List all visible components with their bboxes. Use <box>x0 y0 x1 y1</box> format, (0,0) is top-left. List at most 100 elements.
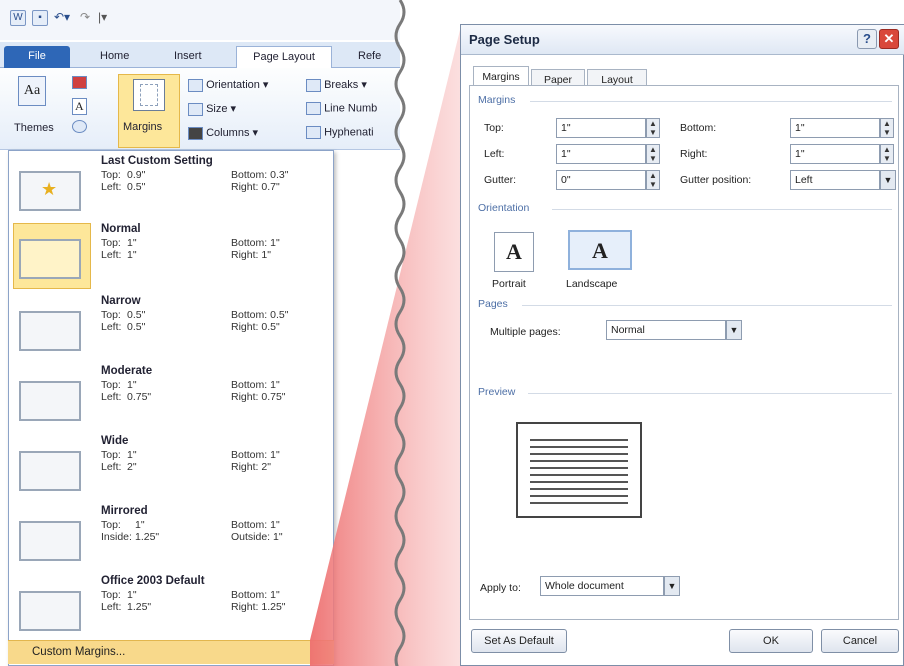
chevron-down-icon[interactable]: ▼ <box>726 320 742 340</box>
themes-icon[interactable]: Aa <box>18 76 46 106</box>
landscape-label: Landscape <box>566 278 618 290</box>
theme-fonts-icon[interactable]: A <box>72 98 87 115</box>
redo-icon[interactable]: ↷ <box>80 10 90 24</box>
left-input[interactable]: 1" <box>556 144 646 164</box>
margins-tab-panel: Margins Top: 1" ▲ ▼ Bottom: 1" ▲ ▼ Left: 1… <box>469 85 899 620</box>
tab-insert[interactable]: Insert <box>168 46 208 68</box>
ok-button[interactable]: OK <box>729 629 813 653</box>
margin-preset-thumbnail <box>19 239 81 279</box>
margin-preset-mirrored[interactable]: Mirrored Top: 1" Bottom: 1" Inside: 1.25" Ou… <box>13 505 331 575</box>
customize-icon[interactable]: |▾ <box>98 10 107 24</box>
margins-button[interactable]: Margins <box>118 74 180 148</box>
top-label: Top: <box>101 589 121 601</box>
bottom-value: 1" <box>270 237 280 249</box>
set-as-default-button[interactable]: Set As Default <box>471 629 567 653</box>
preview-section-label: Preview <box>478 386 516 398</box>
margin-preset-last-custom[interactable]: ★ Last Custom Setting Top: 0.9" Bottom: 0.… <box>13 155 331 225</box>
custom-margins-item[interactable]: Custom Margins... <box>8 640 334 664</box>
margin-preset-thumbnail: ★ <box>19 171 81 211</box>
size-button[interactable]: Size ▾ <box>188 102 236 116</box>
margin-preset-title: Narrow <box>101 295 141 307</box>
undo-icon[interactable]: ↶▾ <box>54 10 70 24</box>
left-spinner[interactable]: ▲ ▼ <box>646 144 660 164</box>
margin-preset-thumbnail <box>19 521 81 561</box>
top-value: 1" <box>127 449 137 461</box>
margin-preset-wide[interactable]: Wide Top: 1" Bottom: 1" Left: 2" Right: 2" <box>13 435 331 505</box>
gutter-input[interactable]: 0" <box>556 170 646 190</box>
margin-preset-title: Mirrored <box>101 505 148 517</box>
top-value: 1" <box>135 519 145 531</box>
close-button[interactable]: ✕ <box>879 29 899 49</box>
columns-icon <box>188 126 203 140</box>
bottom-label: Bottom: <box>231 237 268 249</box>
left-value: 1.25" <box>127 601 152 613</box>
right-value: 0.75" <box>261 391 286 403</box>
tab-file[interactable]: File <box>4 46 70 68</box>
help-button[interactable]: ? <box>857 29 877 49</box>
theme-colors-icon[interactable] <box>72 76 87 89</box>
top-label: Top: <box>101 519 121 531</box>
page-preview <box>516 422 642 518</box>
left-label: Left: <box>101 321 122 333</box>
right-value: 1" <box>261 249 271 261</box>
theme-effects-icon[interactable] <box>72 120 87 133</box>
margin-preset-title: Office 2003 Default <box>101 575 205 587</box>
orientation-label: Orientation ▾ <box>206 79 269 91</box>
top-value: 1" <box>127 237 137 249</box>
top-input[interactable]: 1" <box>556 118 646 138</box>
portrait-label: Portrait <box>492 278 526 290</box>
left-label: Left: <box>101 391 122 403</box>
gutter-spinner[interactable]: ▲ ▼ <box>646 170 660 190</box>
margin-preset-thumbnail <box>19 381 81 421</box>
bottom-label: Bottom: <box>231 519 268 531</box>
tab-home[interactable]: Home <box>94 46 135 68</box>
right-value: 0.5" <box>261 321 280 333</box>
margin-preset-office-2003[interactable]: Office 2003 Default Top: 1" Bottom: 1" Lef… <box>13 575 331 645</box>
orientation-button[interactable]: Orientation ▾ <box>188 78 268 92</box>
right-label: Right: <box>231 181 259 193</box>
outside-value: 1" <box>273 531 283 543</box>
size-label: Size ▾ <box>206 103 237 115</box>
landscape-button[interactable]: A <box>568 230 632 270</box>
bottom-value: 1" <box>270 519 280 531</box>
gutter-position-label: Gutter position: <box>680 174 752 186</box>
top-value: 1" <box>127 589 137 601</box>
apply-to-label: Apply to: <box>480 582 521 594</box>
margins-label: Margins <box>123 121 163 133</box>
margin-preset-narrow[interactable]: Narrow Top: 0.5" Bottom: 0.5" Left: 0.5" Rig… <box>13 295 331 365</box>
cancel-button[interactable]: Cancel <box>821 629 899 653</box>
pages-section-label: Pages <box>478 298 508 310</box>
left-label: Left: <box>101 601 122 613</box>
bottom-spinner[interactable]: ▲ ▼ <box>880 118 894 138</box>
star-icon: ★ <box>41 179 58 199</box>
multiple-pages-select[interactable]: Normal <box>606 320 726 340</box>
right-label: Right: <box>231 391 259 403</box>
bottom-value: 1" <box>270 449 280 461</box>
margin-preset-normal[interactable]: Normal Top: 1" Bottom: 1" Left: 1" Right: 1" <box>13 223 331 293</box>
gutter-position-select[interactable]: Left <box>790 170 880 190</box>
apply-to-select[interactable]: Whole document <box>540 576 664 596</box>
margin-preset-thumbnail <box>19 451 81 491</box>
top-label: Top: <box>101 379 121 391</box>
bottom-input[interactable]: 1" <box>790 118 880 138</box>
right-input[interactable]: 1" <box>790 144 880 164</box>
size-icon <box>188 102 203 116</box>
bottom-label: Bottom: <box>231 589 268 601</box>
chevron-down-icon[interactable]: ▼ <box>664 576 680 596</box>
bottom-value: 1" <box>270 589 280 601</box>
margin-preset-moderate[interactable]: Moderate Top: 1" Bottom: 1" Left: 0.75" Righ… <box>13 365 331 435</box>
themes-label[interactable]: Themes <box>14 122 54 134</box>
dialog-title: Page Setup <box>461 25 904 55</box>
save-icon[interactable]: ▪ <box>32 10 48 26</box>
chevron-down-icon[interactable]: ▼ <box>880 170 896 190</box>
top-label: Top: <box>101 169 121 181</box>
columns-button[interactable]: Columns ▾ <box>188 126 258 140</box>
inside-value: 1.25" <box>135 531 160 543</box>
margin-preset-thumbnail <box>19 591 81 631</box>
portrait-button[interactable]: A <box>494 232 534 272</box>
right-spinner[interactable]: ▲ ▼ <box>880 144 894 164</box>
divider <box>552 209 892 210</box>
top-spinner[interactable]: ▲ ▼ <box>646 118 660 138</box>
portrait-icon: A <box>506 239 522 264</box>
right-label: Right: <box>231 601 259 613</box>
